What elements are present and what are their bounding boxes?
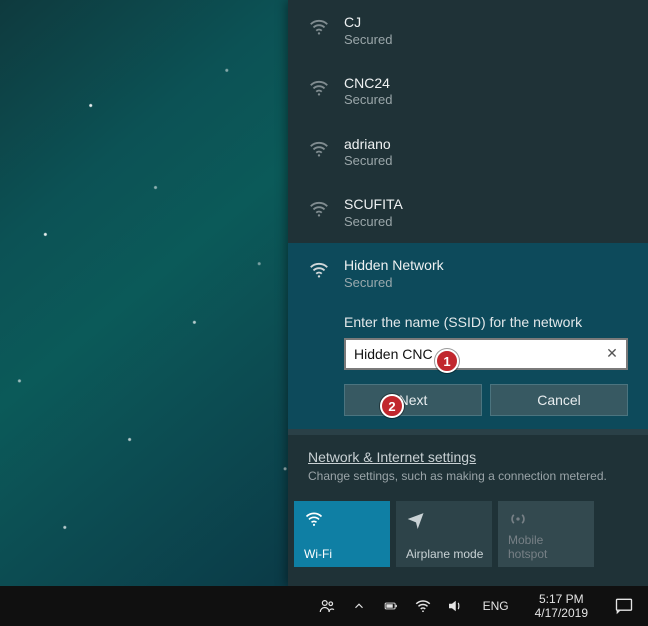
- wifi-icon: [308, 259, 330, 281]
- language-indicator[interactable]: ENG: [477, 599, 515, 613]
- wifi-icon: [304, 509, 382, 529]
- tile-label: Airplane mode: [406, 548, 484, 561]
- wifi-tray-icon[interactable]: [413, 586, 433, 626]
- taskbar-clock[interactable]: 5:17 PM 4/17/2019: [527, 592, 596, 621]
- quick-action-tiles: Wi-Fi Airplane mode Mobile hotspot: [288, 495, 648, 573]
- taskbar: ENG 5:17 PM 4/17/2019: [0, 586, 648, 626]
- close-icon: ✕: [606, 345, 618, 362]
- network-status: Secured: [344, 92, 392, 108]
- wifi-icon: [308, 77, 330, 99]
- network-text: CNC24 Secured: [344, 75, 392, 109]
- network-item[interactable]: SCUFITA Secured: [288, 182, 648, 243]
- ssid-prompt: Enter the name (SSID) for the network: [344, 314, 628, 330]
- wifi-icon: [308, 16, 330, 38]
- network-item[interactable]: CNC24 Secured: [288, 61, 648, 122]
- network-text: Hidden Network Secured: [344, 257, 444, 291]
- system-tray: ENG 5:17 PM 4/17/2019: [309, 586, 604, 626]
- network-item[interactable]: CJ Secured: [288, 0, 648, 61]
- network-item-hidden[interactable]: Hidden Network Secured: [288, 243, 648, 304]
- tile-label: Wi-Fi: [304, 548, 382, 561]
- network-name: adriano: [344, 136, 392, 154]
- network-settings-block: Network & Internet settings Change setti…: [288, 435, 648, 495]
- network-text: SCUFITA Secured: [344, 196, 403, 230]
- battery-icon[interactable]: [381, 586, 401, 626]
- network-settings-sub: Change settings, such as making a connec…: [308, 469, 628, 483]
- wifi-icon: [308, 138, 330, 160]
- action-center-button[interactable]: [604, 586, 644, 626]
- airplane-icon: [406, 509, 484, 529]
- wifi-icon: [308, 198, 330, 220]
- hidden-network-expand: Enter the name (SSID) for the network ✕ …: [288, 304, 648, 429]
- network-settings-link[interactable]: Network & Internet settings: [308, 449, 476, 465]
- cancel-button[interactable]: Cancel: [490, 384, 628, 416]
- volume-icon[interactable]: [445, 586, 465, 626]
- network-status: Secured: [344, 153, 392, 169]
- network-status: Secured: [344, 32, 392, 48]
- network-name: CNC24: [344, 75, 392, 93]
- tile-wifi[interactable]: Wi-Fi: [294, 501, 390, 567]
- tile-airplane[interactable]: Airplane mode: [396, 501, 492, 567]
- clear-input-button[interactable]: ✕: [596, 338, 628, 370]
- network-name: SCUFITA: [344, 196, 403, 214]
- network-flyout: CJ Secured CNC24 Secured adriano: [288, 0, 648, 586]
- available-networks-list: CJ Secured CNC24 Secured adriano: [288, 0, 648, 429]
- network-text: CJ Secured: [344, 14, 392, 48]
- next-button[interactable]: Next: [344, 384, 482, 416]
- network-text: adriano Secured: [344, 136, 392, 170]
- tile-label: Mobile hotspot: [508, 534, 586, 560]
- hotspot-icon: [508, 509, 586, 529]
- clock-date: 4/17/2019: [535, 606, 588, 620]
- network-item[interactable]: adriano Secured: [288, 122, 648, 183]
- ssid-input[interactable]: [344, 338, 628, 370]
- network-status: Secured: [344, 275, 444, 291]
- tile-hotspot[interactable]: Mobile hotspot: [498, 501, 594, 567]
- network-name: Hidden Network: [344, 257, 444, 275]
- tray-chevron-up-icon[interactable]: [349, 586, 369, 626]
- annotation-badge-2: 2: [380, 394, 404, 418]
- annotation-badge-1: 1: [435, 349, 459, 373]
- network-name: CJ: [344, 14, 392, 32]
- people-icon[interactable]: [317, 586, 337, 626]
- network-status: Secured: [344, 214, 403, 230]
- clock-time: 5:17 PM: [535, 592, 588, 606]
